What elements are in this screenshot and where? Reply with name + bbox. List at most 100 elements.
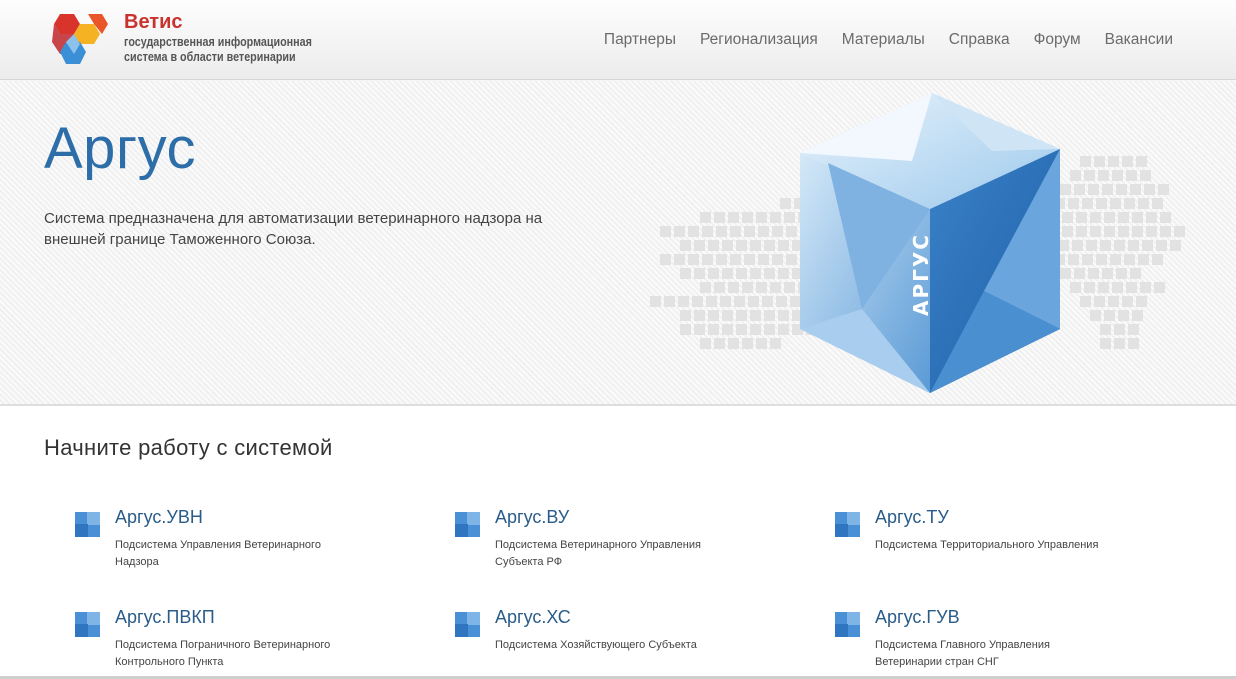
map-pixel xyxy=(708,324,719,335)
map-pixel xyxy=(1130,268,1141,279)
map-pixel xyxy=(1082,254,1093,265)
map-pixel xyxy=(744,254,755,265)
brand-title: Ветис xyxy=(124,11,183,33)
map-pixel xyxy=(764,268,775,279)
card-title[interactable]: Аргус.ПВКП xyxy=(115,607,215,628)
card-description: Подсистема Территориального Управления xyxy=(875,539,1099,551)
map-pixel xyxy=(744,226,755,237)
map-pixel xyxy=(722,268,733,279)
map-pixel xyxy=(702,226,713,237)
map-pixel xyxy=(1068,254,1079,265)
map-pixel xyxy=(1090,212,1101,223)
blue-square-icon xyxy=(455,612,480,637)
nav-vacancies[interactable]: Вакансии xyxy=(1105,31,1173,49)
map-pixel xyxy=(1090,310,1101,321)
map-pixel xyxy=(1108,156,1119,167)
map-pixel xyxy=(694,240,705,251)
map-pixel xyxy=(780,198,791,209)
map-pixel xyxy=(772,226,783,237)
map-pixel xyxy=(1070,170,1081,181)
map-pixel xyxy=(700,282,711,293)
map-pixel xyxy=(734,296,745,307)
map-pixel xyxy=(1098,282,1109,293)
map-pixel xyxy=(1140,170,1151,181)
map-pixel xyxy=(1102,184,1113,195)
map-pixel xyxy=(1136,156,1147,167)
nav-forum[interactable]: Форум xyxy=(1034,31,1081,49)
hero-banner: Аргус Система предназначена для автомати… xyxy=(0,81,1236,406)
map-pixel xyxy=(688,254,699,265)
map-pixel xyxy=(1100,240,1111,251)
blue-square-icon xyxy=(835,612,860,637)
map-pixel xyxy=(1108,296,1119,307)
map-pixel xyxy=(1114,324,1125,335)
map-pixel xyxy=(1144,184,1155,195)
map-pixel xyxy=(716,254,727,265)
card-title[interactable]: Аргус.ВУ xyxy=(495,507,569,528)
map-pixel xyxy=(660,226,671,237)
map-pixel xyxy=(1110,254,1121,265)
map-pixel xyxy=(1104,310,1115,321)
map-pixel xyxy=(1104,212,1115,223)
map-pixel xyxy=(1118,212,1129,223)
map-pixel xyxy=(772,254,783,265)
map-pixel xyxy=(730,226,741,237)
section-title: Начните работу с системой xyxy=(44,435,333,460)
map-pixel xyxy=(736,268,747,279)
card-title[interactable]: Аргус.УВН xyxy=(115,507,203,528)
map-pixel xyxy=(1100,338,1111,349)
card-title[interactable]: Аргус.ГУВ xyxy=(875,607,960,628)
map-pixel xyxy=(748,296,759,307)
map-pixel xyxy=(1112,170,1123,181)
nav-materials[interactable]: Материалы xyxy=(842,31,925,49)
card-title[interactable]: Аргус.ХС xyxy=(495,607,571,628)
map-pixel xyxy=(1154,282,1165,293)
map-pixel xyxy=(678,296,689,307)
map-pixel xyxy=(694,268,705,279)
map-pixel xyxy=(680,240,691,251)
map-pixel xyxy=(1122,296,1133,307)
map-pixel xyxy=(1088,184,1099,195)
map-pixel xyxy=(1170,240,1181,251)
map-pixel xyxy=(756,282,767,293)
map-pixel xyxy=(764,324,775,335)
nav-regionalization[interactable]: Регионализация xyxy=(700,31,818,49)
map-pixel xyxy=(1138,198,1149,209)
nav-partners[interactable]: Партнеры xyxy=(604,31,676,49)
map-pixel xyxy=(762,296,773,307)
map-pixel xyxy=(1158,184,1169,195)
blue-square-icon xyxy=(75,512,100,537)
map-pixel xyxy=(708,310,719,321)
map-pixel xyxy=(1082,198,1093,209)
cube-label: АРГУС xyxy=(909,233,933,316)
map-pixel xyxy=(1114,338,1125,349)
card-title[interactable]: Аргус.ТУ xyxy=(875,507,949,528)
map-pixel xyxy=(736,324,747,335)
map-pixel xyxy=(714,338,725,349)
map-pixel xyxy=(714,282,725,293)
map-pixel xyxy=(1152,254,1163,265)
map-pixel xyxy=(1094,296,1105,307)
map-pixel xyxy=(1128,324,1139,335)
hero-description: Система предназначена для автоматизации … xyxy=(44,210,543,248)
map-pixel xyxy=(1104,226,1115,237)
map-pixel xyxy=(1112,282,1123,293)
map-pixel xyxy=(764,310,775,321)
map-pixel xyxy=(688,226,699,237)
map-pixel xyxy=(776,296,787,307)
map-pixel xyxy=(1080,296,1091,307)
map-pixel xyxy=(1114,240,1125,251)
map-pixel xyxy=(720,296,731,307)
map-pixel xyxy=(778,310,789,321)
map-pixel xyxy=(1118,226,1129,237)
map-pixel xyxy=(664,296,675,307)
map-pixel xyxy=(758,254,769,265)
vetis-logo-icon[interactable] xyxy=(50,12,112,66)
map-pixel xyxy=(1110,198,1121,209)
page-title: Аргус xyxy=(44,116,196,181)
map-pixel xyxy=(1076,226,1087,237)
map-pixel xyxy=(742,282,753,293)
map-pixel xyxy=(1122,156,1133,167)
nav-help[interactable]: Справка xyxy=(949,31,1010,49)
argus-cube-illustration: АРГУС xyxy=(800,93,1060,393)
